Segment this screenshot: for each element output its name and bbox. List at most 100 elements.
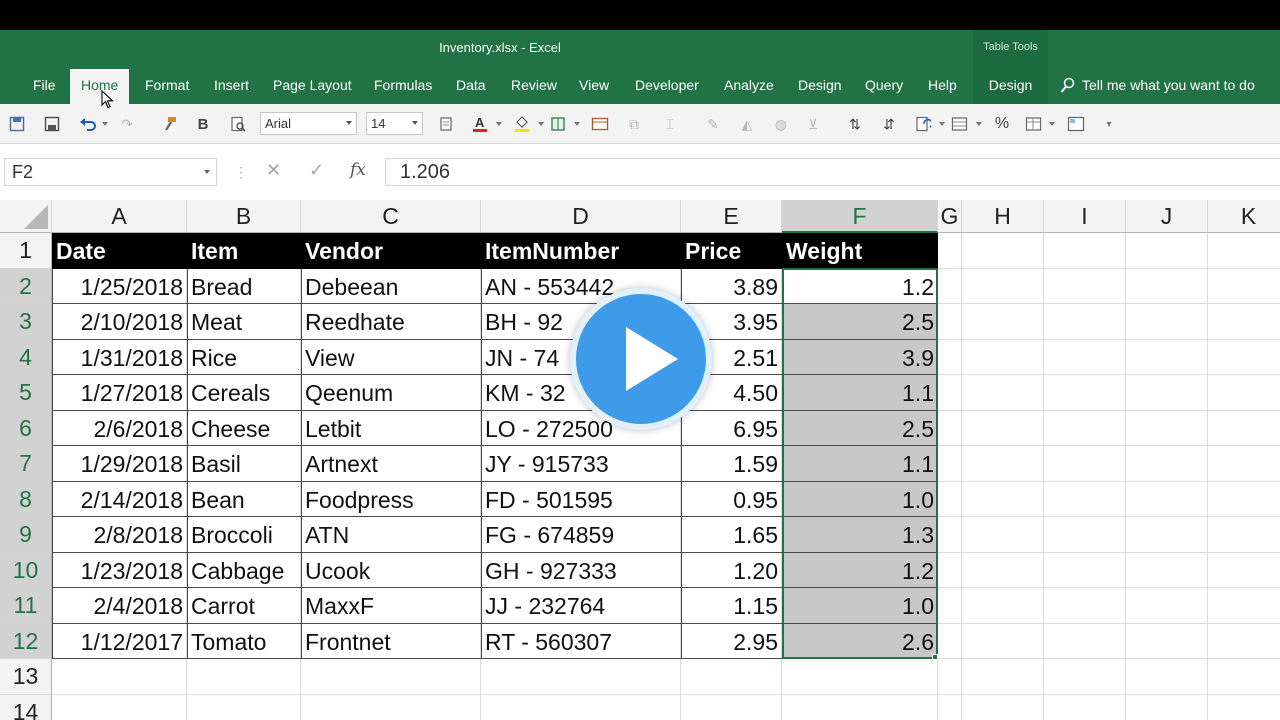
cell-item[interactable]: Basil	[187, 446, 301, 482]
chart-icon[interactable]: ◍	[771, 114, 791, 134]
cell-date[interactable]: 1/27/2018	[52, 375, 187, 411]
cell-item-number[interactable]: FD - 501595	[481, 482, 681, 518]
text-direction-icon[interactable]: ⌶	[660, 114, 680, 134]
cell-item[interactable]: Bean	[187, 482, 301, 518]
column-header-d[interactable]: D	[481, 200, 681, 233]
customize-qat-icon[interactable]: ▾	[1099, 114, 1119, 134]
row-header-11[interactable]: 11	[0, 588, 52, 624]
fill-color-dropdown-icon[interactable]	[538, 122, 544, 126]
cancel-icon[interactable]: ✕	[266, 160, 281, 181]
page-dropdown-icon[interactable]	[939, 122, 945, 126]
font-name-select[interactable]: Arial	[260, 112, 357, 135]
column-header-h[interactable]: H	[962, 200, 1044, 233]
row-header-6[interactable]: 6	[0, 410, 52, 446]
cell-date[interactable]: 1/31/2018	[52, 340, 187, 376]
cell-price[interactable]: 0.95	[681, 482, 782, 518]
cell-date[interactable]: 2/8/2018	[52, 517, 187, 553]
percent-button[interactable]: %	[992, 114, 1012, 134]
column-header-f[interactable]: F	[782, 200, 938, 233]
cell-item[interactable]: Cabbage	[187, 553, 301, 589]
cell-date[interactable]: 2/10/2018	[52, 304, 187, 340]
sort-icon[interactable]: ⇅	[845, 114, 865, 134]
tab-review[interactable]: Review	[500, 67, 568, 104]
row-header-2[interactable]: 2	[0, 268, 52, 304]
cell-vendor[interactable]: Debeean	[301, 269, 481, 305]
borders-dropdown-icon[interactable]	[574, 122, 580, 126]
cell-vendor[interactable]: View	[301, 340, 481, 376]
tab-insert[interactable]: Insert	[203, 67, 260, 104]
cell-item[interactable]: Cheese	[187, 411, 301, 447]
cell-vendor[interactable]: MaxxF	[301, 588, 481, 624]
conditional-format-icon[interactable]	[950, 114, 970, 134]
cell-vendor[interactable]: Foodpress	[301, 482, 481, 518]
enter-icon[interactable]: ✓	[309, 160, 324, 181]
tab-developer[interactable]: Developer	[624, 67, 710, 104]
column-header-b[interactable]: B	[187, 200, 301, 233]
cell-item-number[interactable]: RT - 560307	[481, 624, 681, 660]
row-header-10[interactable]: 10	[0, 552, 52, 588]
formula-bar-grip-icon[interactable]: ⋮	[234, 164, 248, 181]
tab-format[interactable]: Format	[134, 67, 200, 104]
bold-button[interactable]: B	[193, 114, 213, 134]
insert-function-button[interactable]: fx	[350, 160, 366, 180]
row-header-7[interactable]: 7	[0, 446, 52, 482]
row-header-9[interactable]: 9	[0, 517, 52, 553]
tab-home[interactable]: Home	[70, 69, 130, 104]
column-header-a[interactable]: A	[52, 200, 187, 233]
cell-price[interactable]: 6.95	[681, 411, 782, 447]
header-cell-weight[interactable]: Weight	[782, 233, 938, 269]
tell-me-box[interactable]: Tell me what you want to do	[1060, 67, 1255, 104]
cell-date[interactable]: 1/12/2017	[52, 624, 187, 660]
cell-price[interactable]: 1.65	[681, 517, 782, 553]
undo-dropdown-icon[interactable]	[102, 122, 108, 126]
format-painter-page-icon[interactable]	[913, 114, 933, 134]
borders-icon[interactable]	[548, 114, 568, 134]
paste-format-icon[interactable]	[436, 114, 456, 134]
cell-item[interactable]: Carrot	[187, 588, 301, 624]
cell-date[interactable]: 1/25/2018	[52, 269, 187, 305]
print-preview-icon[interactable]	[228, 114, 248, 134]
tab-help[interactable]: Help	[917, 67, 968, 104]
cell-item[interactable]: Rice	[187, 340, 301, 376]
tab-data[interactable]: Data	[445, 67, 497, 104]
font-color-icon[interactable]: A	[470, 114, 490, 134]
row-header-3[interactable]: 3	[0, 304, 52, 340]
column-header-c[interactable]: C	[301, 200, 481, 233]
sort-desc-icon[interactable]: ⇵	[879, 114, 899, 134]
cell-item[interactable]: Cereals	[187, 375, 301, 411]
column-header-e[interactable]: E	[681, 200, 782, 233]
cell-vendor[interactable]: Reedhate	[301, 304, 481, 340]
column-header-i[interactable]: I	[1044, 200, 1126, 233]
save-as-icon[interactable]	[42, 114, 62, 134]
fill-handle[interactable]	[932, 654, 938, 660]
tab-table-design[interactable]: Design	[973, 67, 1048, 104]
undo-icon[interactable]	[78, 114, 98, 134]
header-cell-price[interactable]: Price	[681, 233, 782, 269]
tab-page-layout[interactable]: Page Layout	[262, 67, 363, 104]
tab-query[interactable]: Query	[854, 67, 914, 104]
copy-icon[interactable]: ⧉	[624, 114, 644, 134]
conditional-dropdown-icon[interactable]	[976, 122, 982, 126]
cell-item-number[interactable]: JY - 915733	[481, 446, 681, 482]
filter-icon[interactable]: ⊻	[803, 114, 823, 134]
header-cell-date[interactable]: Date	[52, 233, 187, 269]
column-header-k[interactable]: K	[1208, 200, 1280, 233]
clear-formatting-icon[interactable]: ✎	[703, 114, 723, 134]
cell-item[interactable]: Bread	[187, 269, 301, 305]
format-painter-icon[interactable]	[160, 114, 180, 134]
cell-price[interactable]: 2.95	[681, 624, 782, 660]
cell-item[interactable]: Tomato	[187, 624, 301, 660]
cell-vendor[interactable]: Ucook	[301, 553, 481, 589]
header-cell-vendor[interactable]: Vendor	[301, 233, 481, 269]
cell-item-number[interactable]: GH - 927333	[481, 553, 681, 589]
row-header-1[interactable]: 1	[0, 233, 52, 269]
row-header-14[interactable]: 14	[0, 694, 52, 720]
font-size-select[interactable]: 14	[366, 112, 423, 135]
eraser-icon[interactable]: ◭	[737, 114, 757, 134]
cell-item[interactable]: Broccoli	[187, 517, 301, 553]
tab-view[interactable]: View	[568, 67, 620, 104]
save-icon[interactable]	[7, 114, 27, 134]
row-header-12[interactable]: 12	[0, 623, 52, 659]
merge-cells-icon[interactable]	[590, 114, 610, 134]
cell-date[interactable]: 1/23/2018	[52, 553, 187, 589]
